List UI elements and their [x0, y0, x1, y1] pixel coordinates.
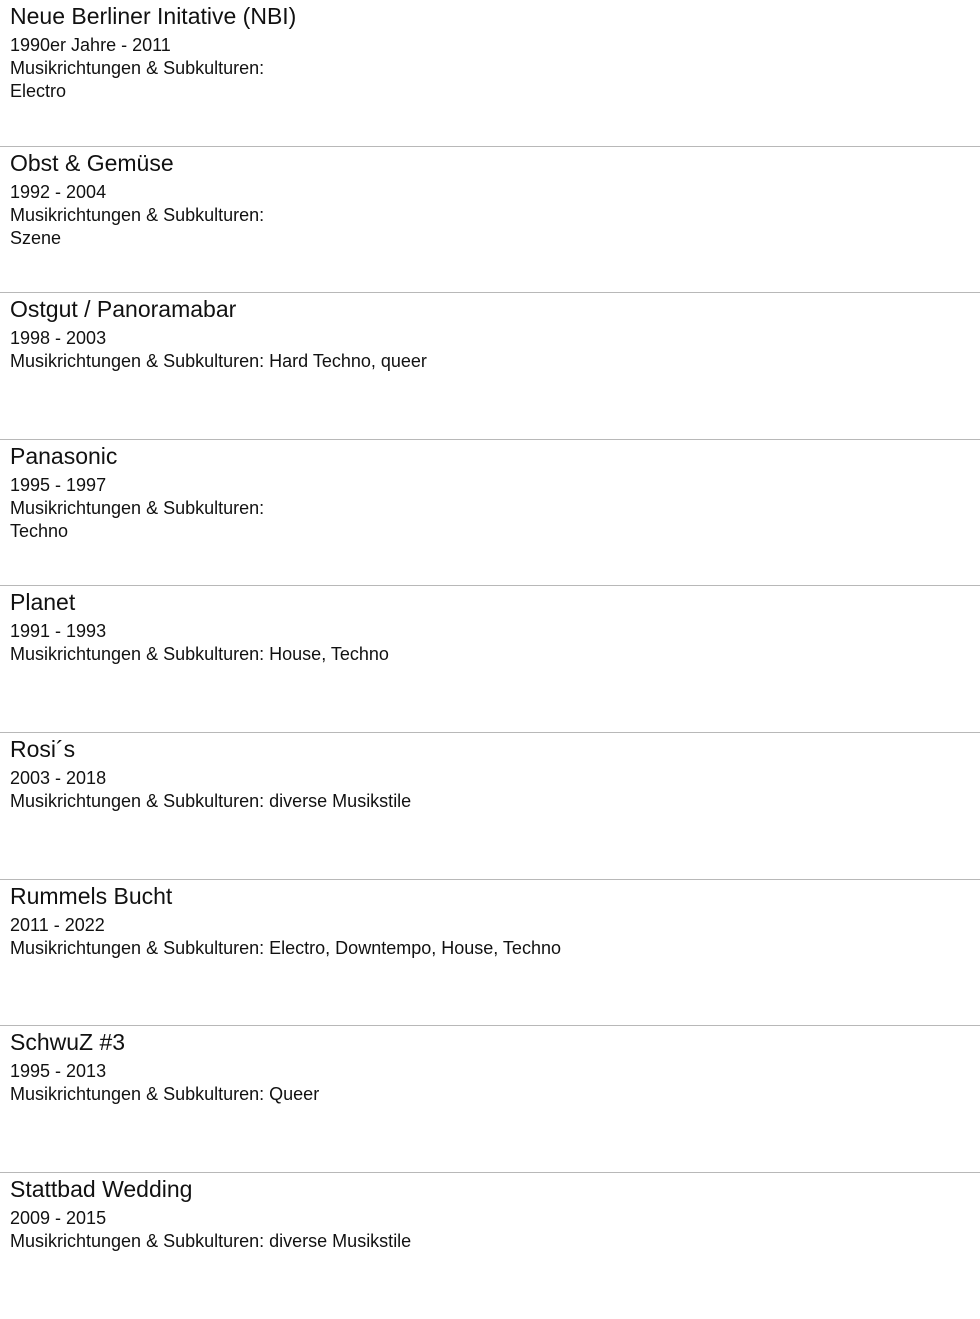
club-years: 1991 - 1993 [10, 621, 107, 642]
list-item[interactable]: Obst & Gemüse 1992 - 2004 Musikrichtunge… [0, 147, 980, 294]
club-genres: Musikrichtungen & Subkulturen: Techno [10, 497, 310, 543]
club-name[interactable]: Stattbad Wedding [10, 1175, 970, 1203]
club-genres: Musikrichtungen & Subkulturen: diverse M… [10, 1230, 630, 1253]
club-name[interactable]: Ostgut / Panoramabar [10, 295, 970, 323]
club-years: 2011 - 2022 [10, 914, 105, 935]
genres-label: Musikrichtungen & Subkulturen: [10, 790, 265, 811]
club-years: 1995 - 1997 [10, 474, 107, 495]
club-list: Neue Berliner Initative (NBI) 1990er Jah… [0, 0, 980, 1319]
club-genres: Musikrichtungen & Subkulturen: Hard Tech… [10, 350, 630, 373]
genres-value: House, Techno [269, 644, 389, 665]
club-years: 1995 - 2013 [10, 1061, 107, 1082]
genres-value: diverse Musikstile [269, 790, 412, 811]
list-item[interactable]: Stattbad Wedding 2009 - 2015 Musikrichtu… [0, 1173, 980, 1319]
club-genres: Musikrichtungen & Subkulturen: Queer [10, 1083, 630, 1106]
club-name[interactable]: Rummels Bucht [10, 882, 970, 910]
list-item[interactable]: Rosi´s 2003 - 2018 Musikrichtungen & Sub… [0, 733, 980, 880]
club-genres: Musikrichtungen & Subkulturen: Electro, … [10, 937, 630, 960]
list-item[interactable]: Panasonic 1995 - 1997 Musikrichtungen & … [0, 440, 980, 587]
genres-label: Musikrichtungen & Subkulturen: [10, 937, 265, 958]
club-years: 1992 - 2004 [10, 181, 107, 202]
list-item[interactable]: SchwuZ #3 1995 - 2013 Musikrichtungen & … [0, 1026, 980, 1173]
club-genres: Musikrichtungen & Subkulturen: Electro [10, 57, 310, 103]
club-genres: Musikrichtungen & Subkulturen: Szene [10, 204, 310, 250]
club-name[interactable]: Neue Berliner Initative (NBI) [10, 2, 970, 30]
genres-label: Musikrichtungen & Subkulturen: [10, 58, 265, 78]
list-item[interactable]: Planet 1991 - 1993 Musikrichtungen & Sub… [0, 586, 980, 733]
genres-value: Techno [10, 520, 69, 541]
genres-label: Musikrichtungen & Subkulturen: [10, 1084, 265, 1105]
genres-label: Musikrichtungen & Subkulturen: [10, 351, 265, 372]
club-years: 2009 - 2015 [10, 1207, 107, 1228]
club-name[interactable]: Rosi´s [10, 735, 970, 763]
list-item[interactable]: Rummels Bucht 2011 - 2022 Musikrichtunge… [0, 880, 980, 1027]
genres-value: Electro [10, 81, 67, 101]
genres-label: Musikrichtungen & Subkulturen: [10, 644, 265, 665]
genres-value: Queer [269, 1084, 320, 1105]
club-name[interactable]: SchwuZ #3 [10, 1028, 970, 1056]
list-item[interactable]: Neue Berliner Initative (NBI) 1990er Jah… [0, 0, 980, 147]
club-name[interactable]: Obst & Gemüse [10, 149, 970, 177]
club-years: 1990er Jahre - 2011 [10, 35, 171, 55]
genres-label: Musikrichtungen & Subkulturen: [10, 204, 265, 225]
genres-value: Szene [10, 227, 62, 248]
genres-value: Hard Techno, queer [269, 351, 427, 372]
club-genres: Musikrichtungen & Subkulturen: diverse M… [10, 790, 630, 813]
club-years: 1998 - 2003 [10, 328, 107, 349]
genres-value: diverse Musikstile [269, 1230, 412, 1251]
genres-label: Musikrichtungen & Subkulturen: [10, 497, 265, 518]
list-item[interactable]: Ostgut / Panoramabar 1998 - 2003 Musikri… [0, 293, 980, 440]
club-name[interactable]: Planet [10, 588, 970, 616]
club-name[interactable]: Panasonic [10, 442, 970, 470]
club-years: 2003 - 2018 [10, 767, 107, 788]
genres-label: Musikrichtungen & Subkulturen: [10, 1230, 265, 1251]
genres-value: Electro, Downtempo, House, Techno [269, 937, 561, 958]
club-genres: Musikrichtungen & Subkulturen: House, Te… [10, 643, 630, 666]
